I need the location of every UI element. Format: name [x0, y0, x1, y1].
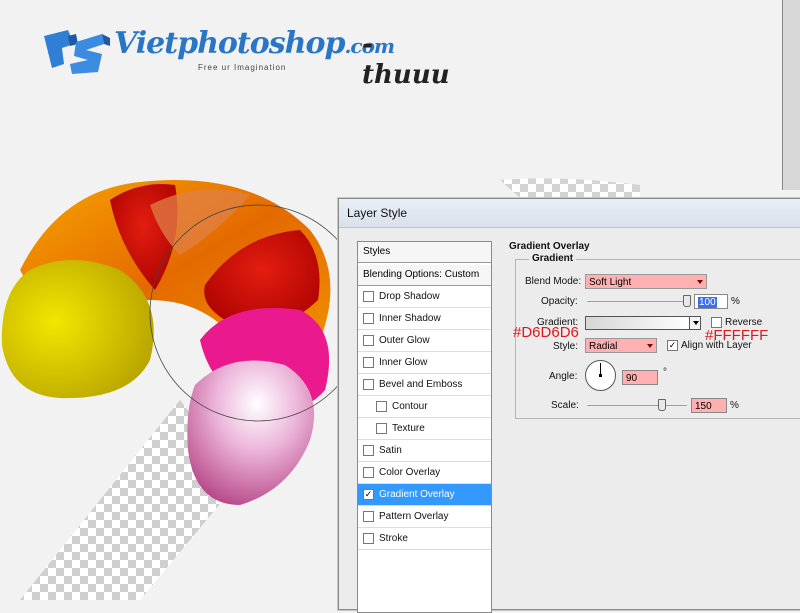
style-item-label: Pattern Overlay — [379, 511, 449, 522]
scale-input[interactable]: 150 — [691, 398, 727, 413]
style-item-checkbox[interactable] — [363, 379, 374, 390]
section-title: Gradient Overlay — [509, 241, 590, 252]
opacity-label: Opacity: — [541, 296, 578, 307]
dropdown-arrow-icon — [647, 344, 653, 348]
scale-slider-thumb[interactable] — [658, 399, 666, 411]
logo-brand: Vietphotoshop — [114, 26, 345, 61]
angle-input[interactable]: 90 — [622, 370, 658, 385]
opacity-percent: % — [731, 296, 740, 307]
style-item-gradient-overlay[interactable]: ✓ Gradient Overlay — [358, 484, 491, 506]
styles-header[interactable]: Styles — [358, 242, 491, 263]
layer-style-dialog: Layer Style Styles Blending Options: Cus… — [338, 198, 800, 613]
gradient-picker-button[interactable] — [689, 316, 701, 330]
dropdown-arrow-icon — [693, 321, 699, 325]
style-item-pattern-overlay[interactable]: Pattern Overlay — [358, 506, 491, 528]
style-item-checkbox[interactable] — [376, 423, 387, 434]
logo-tagline: Free ur Imagination — [198, 63, 287, 72]
angle-label: Angle: — [549, 371, 578, 382]
blend-mode-select[interactable]: Soft Light — [585, 274, 707, 289]
style-item-checkbox[interactable]: ✓ — [363, 489, 374, 500]
blending-options[interactable]: Blending Options: Custom — [358, 265, 491, 286]
style-item-label: Outer Glow — [379, 335, 430, 346]
style-item-label: Satin — [379, 445, 402, 456]
opacity-input[interactable]: 100 — [694, 294, 728, 309]
opacity-slider[interactable] — [587, 301, 687, 302]
gradient-preview[interactable] — [585, 316, 691, 330]
angle-center — [599, 374, 602, 377]
style-item-checkbox[interactable] — [363, 335, 374, 346]
style-item-checkbox[interactable] — [363, 291, 374, 302]
scale-label: Scale: — [551, 400, 579, 411]
style-item-checkbox[interactable] — [363, 313, 374, 324]
style-item-checkbox[interactable] — [363, 467, 374, 478]
style-item-label: Texture — [392, 423, 425, 434]
style-item-texture[interactable]: Texture — [358, 418, 491, 440]
annotation-left-color: #D6D6D6 — [513, 324, 579, 341]
blend-mode-label: Blend Mode: — [525, 276, 582, 287]
align-with-layer-checkbox[interactable]: ✓ — [667, 340, 678, 351]
style-select[interactable]: Radial — [585, 338, 657, 353]
style-item-label: Contour — [392, 401, 428, 412]
layers-panel-edge — [782, 0, 800, 190]
style-item-label: Gradient Overlay — [379, 489, 455, 500]
dropdown-arrow-icon — [697, 280, 703, 284]
style-item-label: Bevel and Emboss — [379, 379, 463, 390]
style-item-checkbox[interactable] — [363, 445, 374, 456]
ps-logo-icon — [44, 30, 110, 74]
style-item-outer-glow[interactable]: Outer Glow — [358, 330, 491, 352]
style-item-drop-shadow[interactable]: Drop Shadow — [358, 286, 491, 308]
style-item-checkbox[interactable] — [363, 533, 374, 544]
style-item-checkbox[interactable] — [363, 357, 374, 368]
style-item-bevel-and-emboss[interactable]: Bevel and Emboss — [358, 374, 491, 396]
style-item-label: Inner Shadow — [379, 313, 441, 324]
style-item-label: Color Overlay — [379, 467, 441, 478]
group-title: Gradient — [529, 253, 577, 264]
watermark-logo: Vietphotoshop.com -thuuu Free ur Imagina… — [40, 22, 460, 90]
opacity-slider-thumb[interactable] — [683, 295, 691, 307]
blend-mode-value: Soft Light — [589, 277, 632, 288]
style-item-stroke[interactable]: Stroke — [358, 528, 491, 550]
angle-degree: ° — [663, 367, 667, 378]
dialog-title[interactable]: Layer Style — [339, 199, 800, 228]
style-item-color-overlay[interactable]: Color Overlay — [358, 462, 491, 484]
style-item-label: Inner Glow — [379, 357, 428, 368]
scale-slider[interactable] — [587, 405, 687, 406]
logo-signature: -thuuu — [362, 30, 450, 90]
style-label: Style: — [553, 341, 579, 352]
style-item-inner-glow[interactable]: Inner Glow — [358, 352, 491, 374]
style-item-checkbox[interactable] — [376, 401, 387, 412]
logo-brand-text: Vietphotoshop.com — [114, 26, 395, 61]
style-item-inner-shadow[interactable]: Inner Shadow — [358, 308, 491, 330]
scale-percent: % — [730, 400, 739, 411]
style-value: Radial — [589, 341, 618, 352]
style-item-label: Stroke — [379, 533, 408, 544]
style-item-checkbox[interactable] — [363, 511, 374, 522]
style-item-label: Drop Shadow — [379, 291, 440, 302]
style-item-satin[interactable]: Satin — [358, 440, 491, 462]
styles-list: Styles Blending Options: Custom Drop Sha… — [357, 241, 492, 613]
style-item-contour[interactable]: Contour — [358, 396, 491, 418]
align-with-layer-label: Align with Layer — [681, 340, 752, 351]
angle-dial[interactable] — [585, 360, 616, 391]
